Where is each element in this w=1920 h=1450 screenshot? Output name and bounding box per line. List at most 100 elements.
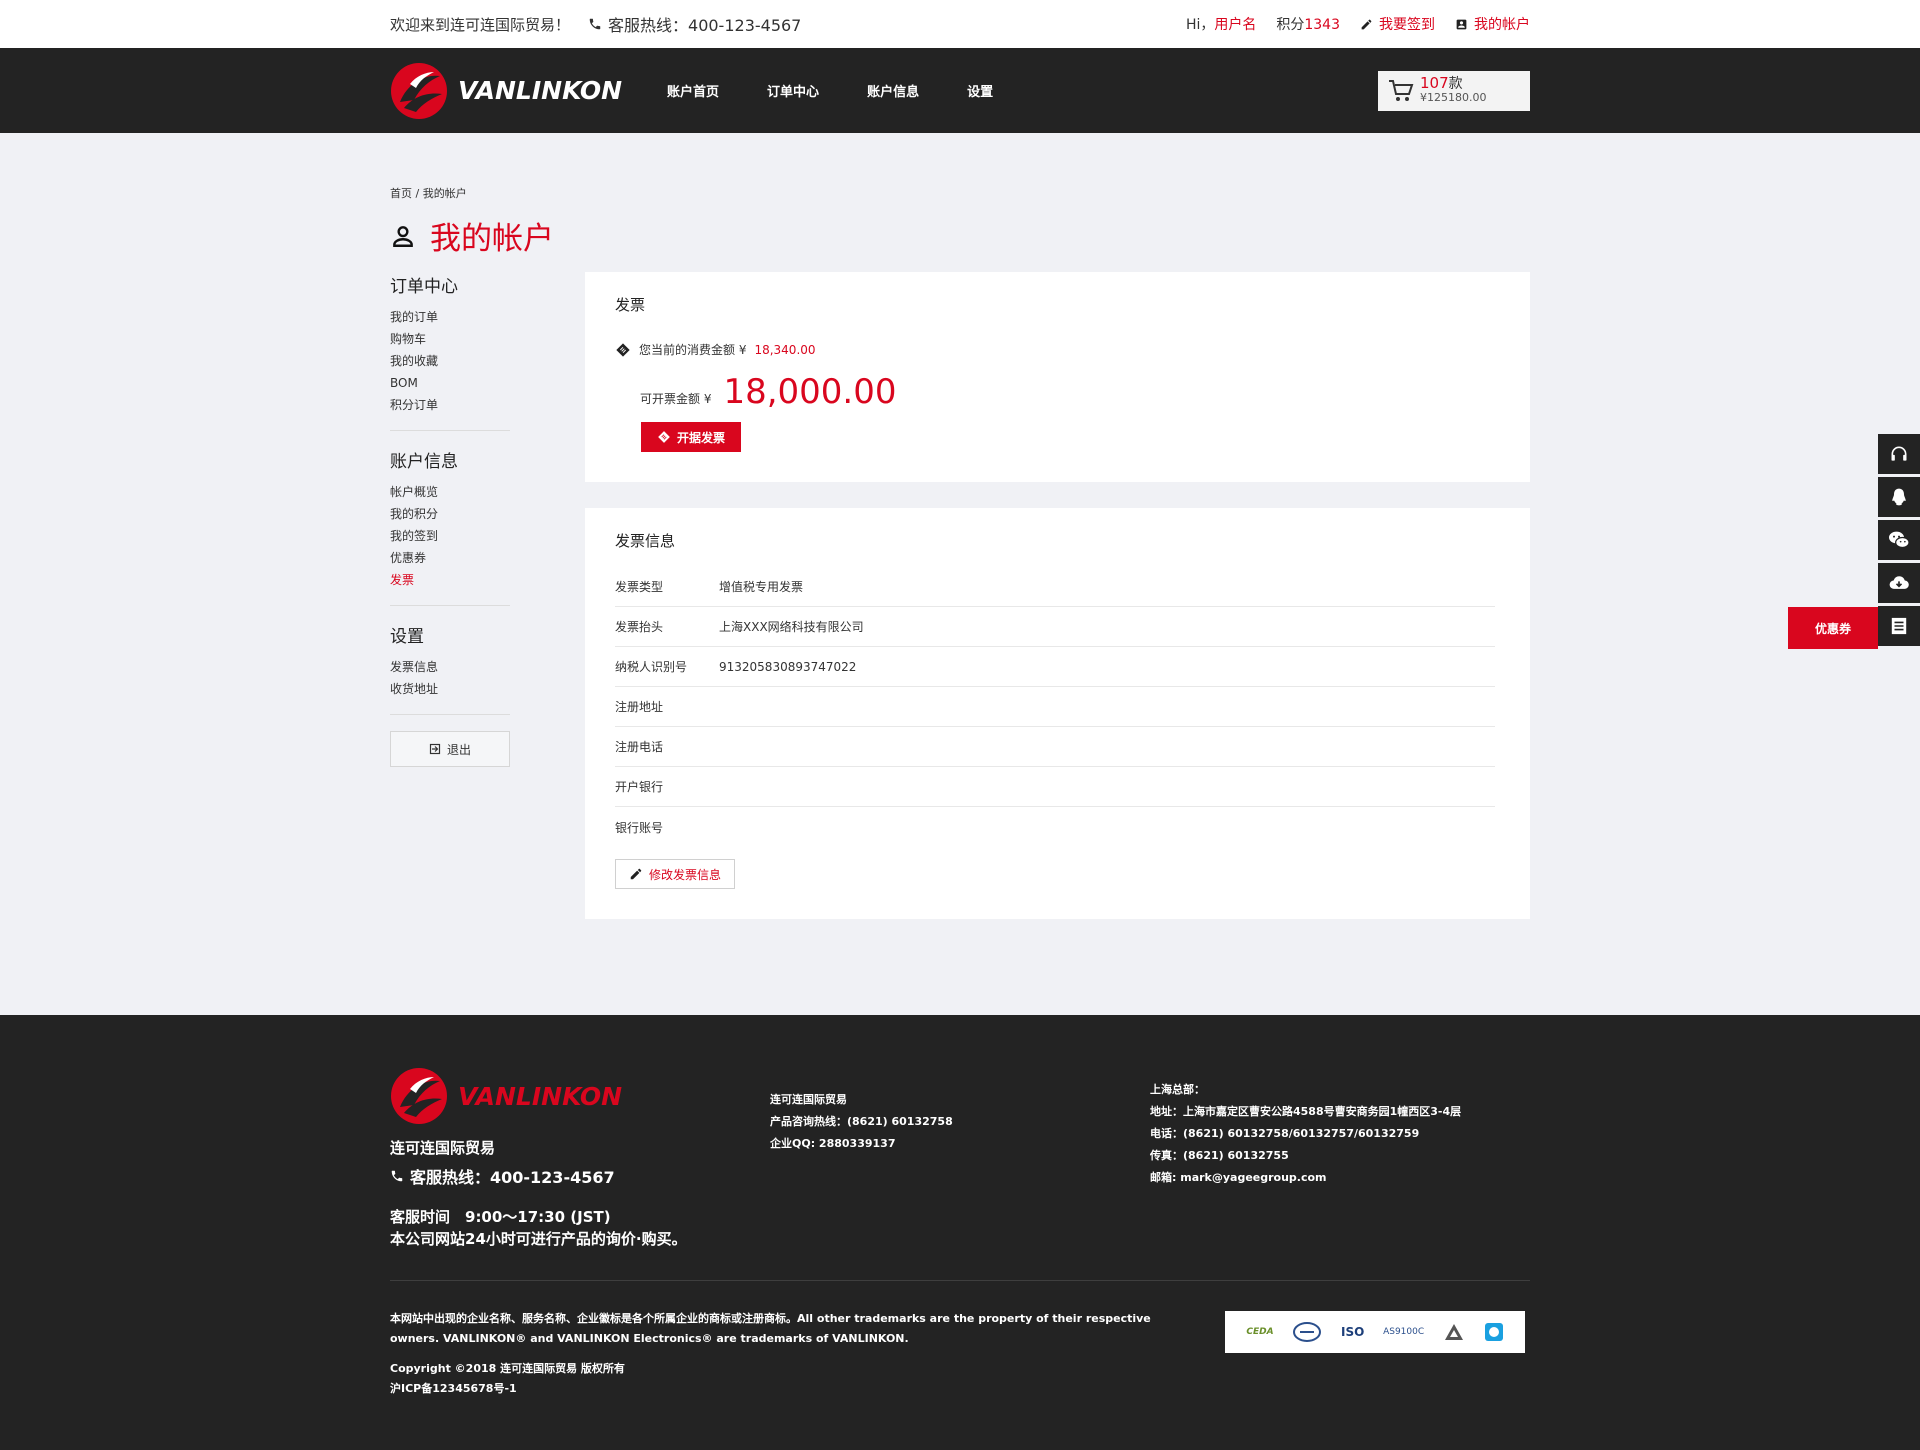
cart-widget[interactable]: 107款 ¥125180.00: [1378, 70, 1530, 111]
sidebar-item-invoice-info[interactable]: 发票信息: [390, 656, 510, 678]
footer-legal: 本网站中出现的企业名称、服务名称、企业徽标是各个所属企业的商标或注册商标。All…: [390, 1309, 1180, 1399]
issue-invoice-button[interactable]: 开据发票: [641, 422, 741, 452]
page-body: 首页 / 我的帐户 我的帐户 订单中心 我的订单 购物车 我的收藏 BOM 积分…: [390, 133, 1530, 919]
info-key: 发票类型: [615, 580, 664, 594]
breadcrumb: 首页 / 我的帐户: [390, 133, 1530, 201]
sidebar-item-bom[interactable]: BOM: [390, 372, 510, 394]
sidebar-item-points-orders[interactable]: 积分订单: [390, 394, 510, 416]
service-time: 客服时间 9:00～17:30 (JST): [390, 1208, 611, 1226]
points-label: 积分: [1276, 17, 1305, 33]
sidebar-item-invoice[interactable]: 发票: [390, 569, 510, 591]
iso-badge: ISO: [1341, 1325, 1365, 1339]
footer-brand-name: VANLINKON: [458, 1081, 623, 1111]
triangle-badge-icon: [1444, 1324, 1463, 1340]
breadcrumb-home[interactable]: 首页: [390, 187, 412, 200]
sidebar-heading: 设置: [390, 627, 424, 647]
sidebar-group-account: 账户信息 帐户概览 我的积分 我的签到 优惠券 发票: [390, 447, 510, 606]
info-row-type: 发票类型 增值税专用发票: [615, 567, 1495, 607]
phone-icon: [589, 18, 601, 30]
info-key: 注册地址: [615, 700, 664, 714]
footer-logo: VANLINKON: [390, 1067, 770, 1125]
sidebar-item-coupons[interactable]: 优惠券: [390, 547, 510, 569]
available-label: 可开票金额 ¥: [640, 392, 712, 406]
icp-number[interactable]: 沪ICP备12345678号-1: [390, 1382, 517, 1395]
sidebar-item-my-orders[interactable]: 我的订单: [390, 306, 510, 328]
info-key: 纳税人识别号: [615, 660, 688, 674]
nav-order-center[interactable]: 订单中心: [767, 81, 819, 100]
top-bar: 欢迎来到连可连国际贸易！ 客服热线：400-123-4567 Hi，用户名 积分…: [0, 0, 1920, 48]
nav-account-info[interactable]: 账户信息: [867, 81, 919, 100]
content-area: 订单中心 我的订单 购物车 我的收藏 BOM 积分订单 账户信息 帐户概览 我的…: [390, 272, 1530, 919]
float-wechat-button[interactable]: [1878, 520, 1920, 560]
cart-total: ¥125180.00: [1420, 91, 1487, 104]
logout-icon: [429, 743, 441, 755]
sidebar-item-favorites[interactable]: 我的收藏: [390, 350, 510, 372]
footer-hq-line: 地址：上海市嘉定区曹安公路4588号曹安商务园1幢西区3-4层: [1150, 1105, 1462, 1118]
username-link[interactable]: 用户名: [1214, 17, 1256, 33]
spend-label: 您当前的消费金额 ¥: [639, 343, 747, 357]
footer-service-time: 客服时间 9:00～17:30 (JST) 本公司网站24小时可进行产品的询价·…: [390, 1206, 770, 1250]
service-note: 本公司网站24小时可进行产品的询价·购买。: [390, 1230, 687, 1248]
available-amount: 可开票金额 ¥ 18,000.00: [640, 372, 1500, 412]
cloud-download-icon: [1889, 576, 1909, 589]
sidebar-item-overview[interactable]: 帐户概览: [390, 481, 510, 503]
float-support-button[interactable]: [1878, 434, 1920, 474]
info-row-bank: 开户银行: [615, 767, 1495, 807]
sidebar-item-my-points[interactable]: 我的积分: [390, 503, 510, 525]
checkin-link[interactable]: 我要签到: [1360, 14, 1435, 34]
info-value: 增值税专用发票: [719, 580, 804, 594]
brand-logo[interactable]: VANLINKON: [390, 62, 622, 120]
sidebar-item-shipping-address[interactable]: 收货地址: [390, 678, 510, 700]
info-key: 银行账号: [615, 820, 664, 835]
account-link[interactable]: 我的帐户: [1455, 14, 1530, 34]
account-box-icon: [1456, 19, 1467, 29]
float-coupon-button[interactable]: [1878, 606, 1920, 646]
footer-hq-line: 传真：(8621) 60132755: [1150, 1149, 1289, 1162]
invoice-card-title: 发票: [615, 296, 646, 314]
float-download-button[interactable]: [1878, 563, 1920, 603]
sidebar-group-settings: 设置 发票信息 收货地址: [390, 622, 510, 715]
user-icon: [393, 225, 413, 247]
laurel-badge-icon: [1293, 1322, 1322, 1342]
footer-hotline-text: 客服热线：400-123-4567: [410, 1168, 615, 1187]
float-qq-button[interactable]: [1878, 477, 1920, 517]
footer-divider: [390, 1280, 1530, 1281]
footer-brand-column: VANLINKON 连可连国际贸易 客服热线：400-123-4567 客服时间…: [390, 1067, 770, 1250]
invoice-info-title: 发票信息: [615, 532, 676, 550]
nav-links: 账户首页 订单中心 账户信息 设置: [667, 81, 1041, 100]
cart-info: 107款 ¥125180.00: [1420, 76, 1487, 105]
sidebar-item-my-checkin[interactable]: 我的签到: [390, 525, 510, 547]
invoice-info-rows: 发票类型 增值税专用发票 发票抬头 上海XXX网络科技有限公司 纳税人识别号 9132…: [615, 567, 1495, 847]
ceda-badge: CEDA: [1246, 1327, 1274, 1337]
edit-invoice-info-label: 修改发票信息: [648, 867, 721, 882]
nav-settings[interactable]: 设置: [967, 81, 993, 100]
brand-emblem-icon: [391, 62, 447, 119]
logout-button[interactable]: 退出: [390, 731, 510, 767]
footer-contact-line: 产品咨询热线：(8621) 60132758: [770, 1115, 953, 1128]
footer-hotline: 客服热线：400-123-4567: [390, 1164, 770, 1188]
phone-icon: [391, 1170, 403, 1182]
breadcrumb-current: 我的帐户: [422, 187, 467, 200]
brand-emblem-icon: [391, 1068, 447, 1124]
points: 积分1343: [1276, 14, 1340, 34]
footer-hq-line[interactable]: 邮箱: mark@yageegroup.com: [1150, 1167, 1461, 1189]
breadcrumb-separator: /: [415, 187, 420, 200]
info-row-bank-account: 银行账号: [615, 807, 1495, 847]
nav-account-home[interactable]: 账户首页: [667, 81, 719, 100]
wechat-icon: [1889, 531, 1910, 549]
info-row-tax-id: 纳税人识别号 913205830893747022: [615, 647, 1495, 687]
footer-contact-line: 连可连国际贸易: [770, 1093, 847, 1106]
hotline-text: 客服热线：400-123-4567: [608, 16, 802, 35]
sidebar-item-cart[interactable]: 购物车: [390, 328, 510, 350]
info-row-reg-phone: 注册电话: [615, 727, 1495, 767]
footer: VANLINKON 连可连国际贸易 客服热线：400-123-4567 客服时间…: [0, 1015, 1920, 1450]
edit-invoice-info-button[interactable]: 修改发票信息: [615, 859, 735, 889]
footer-hq-column: 上海总部： 地址：上海市嘉定区曹安公路4588号曹安商务园1幢西区3-4层 电话…: [1150, 1067, 1461, 1250]
greeting: Hi，用户名: [1186, 14, 1256, 34]
points-value: 1343: [1304, 17, 1340, 33]
cart-count-unit: 款: [1448, 76, 1463, 92]
coupon-float-tab[interactable]: 优惠券: [1788, 607, 1878, 649]
sidebar-heading: 账户信息: [390, 452, 458, 472]
sidebar: 订单中心 我的订单 购物车 我的收藏 BOM 积分订单 账户信息 帐户概览 我的…: [390, 272, 510, 919]
pencil-icon: [1361, 19, 1372, 29]
